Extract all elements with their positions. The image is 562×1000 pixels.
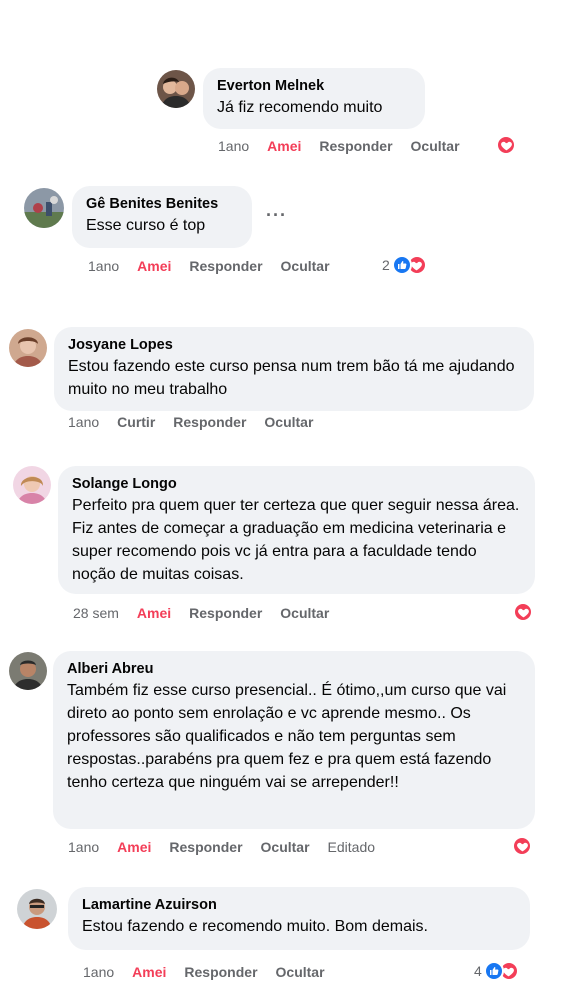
reaction-count: 2 [382, 257, 390, 273]
hide-button[interactable]: Ocultar [276, 964, 325, 980]
avatar[interactable] [17, 889, 57, 929]
comment-bubble: Lamartine Azuirson Estou fazendo e recom… [68, 887, 530, 950]
reaction-button[interactable]: Amei [117, 839, 151, 855]
comment-bubble: Everton Melnek Já fiz recomendo muito [203, 68, 425, 129]
comment-text: Já fiz recomendo muito [217, 99, 383, 116]
heart-icon [512, 836, 532, 856]
comment-text: Também fiz esse curso presencial.. É óti… [67, 682, 507, 791]
comment-author[interactable]: Gê Benites Benites [86, 194, 240, 214]
comment-bubble: Josyane Lopes Estou fazendo este curso p… [54, 327, 534, 411]
reaction-summary[interactable] [513, 602, 533, 622]
comment-time[interactable]: 1ano [88, 258, 119, 274]
reaction-button[interactable]: Curtir [117, 414, 155, 430]
comment-author[interactable]: Josyane Lopes [68, 335, 522, 355]
comment-actions: 1ano Curtir Responder Ocultar [68, 412, 331, 432]
hide-button[interactable]: Ocultar [261, 839, 310, 855]
reply-button[interactable]: Responder [189, 605, 262, 621]
reply-button[interactable]: Responder [189, 258, 262, 274]
heart-icon [513, 602, 533, 622]
comment-text: Perfeito pra quem quer ter certeza que q… [72, 497, 520, 583]
comment-author[interactable]: Lamartine Azuirson [82, 895, 518, 915]
comment-time[interactable]: 1ano [83, 964, 114, 980]
reaction-button[interactable]: Amei [137, 258, 171, 274]
comment-author[interactable]: Solange Longo [72, 474, 523, 494]
reaction-summary[interactable]: 2 [382, 255, 427, 275]
heart-icon [496, 135, 516, 155]
comment-text: Estou fazendo este curso pensa num trem … [68, 358, 515, 398]
avatar[interactable] [9, 652, 47, 690]
reaction-summary[interactable] [496, 135, 516, 155]
comment-text: Estou fazendo e recomendo muito. Bom dem… [82, 918, 428, 935]
hide-button[interactable]: Ocultar [411, 138, 460, 154]
comment-actions: 1ano Amei Responder Ocultar [88, 256, 348, 276]
hide-button[interactable]: Ocultar [264, 414, 313, 430]
reply-button[interactable]: Responder [173, 414, 246, 430]
comment-text: Esse curso é top [86, 217, 206, 234]
avatar[interactable] [9, 329, 47, 367]
edited-label: Editado [327, 839, 376, 855]
comment-bubble: Gê Benites Benites Esse curso é top [72, 186, 252, 248]
reaction-button[interactable]: Amei [267, 138, 301, 154]
comment-bubble: Solange Longo Perfeito pra quem quer ter… [58, 466, 535, 594]
like-icon [391, 255, 412, 275]
like-icon [483, 961, 504, 981]
avatar[interactable] [13, 466, 51, 504]
comment-actions: 1ano Amei Responder Ocultar [218, 136, 478, 156]
comment-author[interactable]: Alberi Abreu [67, 659, 523, 679]
avatar[interactable] [24, 188, 64, 228]
reaction-summary[interactable] [512, 836, 532, 856]
comment-actions: 28 sem Amei Responder Ocultar [73, 603, 347, 623]
reaction-button[interactable]: Amei [137, 605, 171, 621]
comment-actions: 1ano Amei Responder Ocultar Editado [68, 837, 393, 857]
comment-author[interactable]: Everton Melnek [217, 76, 413, 96]
comment-actions: 1ano Amei Responder Ocultar [83, 962, 343, 982]
hide-button[interactable]: Ocultar [280, 605, 329, 621]
reply-button[interactable]: Responder [319, 138, 392, 154]
reply-button[interactable]: Responder [184, 964, 257, 980]
comment-time[interactable]: 1ano [68, 414, 99, 430]
comment-time[interactable]: 1ano [218, 138, 249, 154]
avatar[interactable] [157, 70, 195, 108]
more-options-button[interactable]: ··· [266, 205, 287, 226]
reaction-summary[interactable]: 4 [474, 961, 519, 981]
hide-button[interactable]: Ocultar [281, 258, 330, 274]
reply-button[interactable]: Responder [169, 839, 242, 855]
reaction-count: 4 [474, 963, 482, 979]
comment-time[interactable]: 1ano [68, 839, 99, 855]
comment-time[interactable]: 28 sem [73, 605, 119, 621]
comment-bubble: Alberi Abreu Também fiz esse curso prese… [53, 651, 535, 829]
reaction-button[interactable]: Amei [132, 964, 166, 980]
